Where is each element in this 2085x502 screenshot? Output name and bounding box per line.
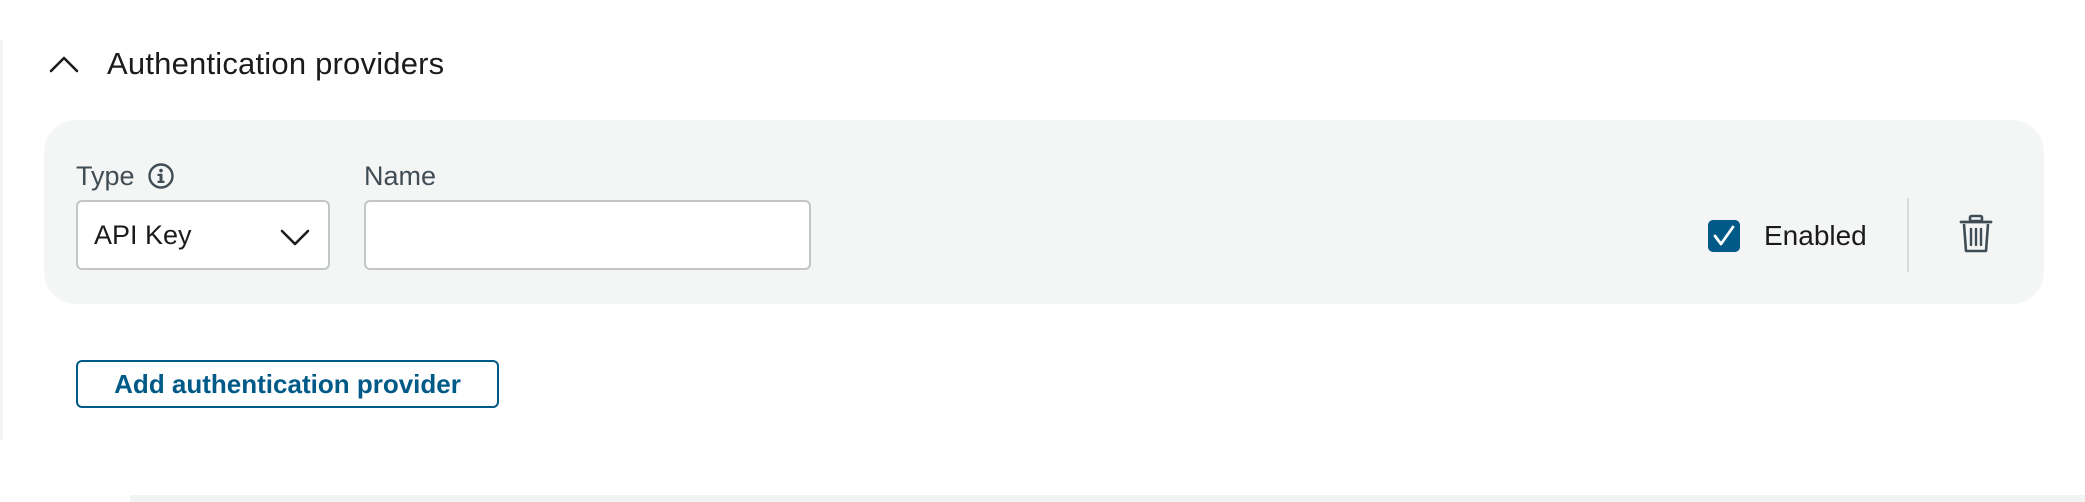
provider-card: Type Name API Key Enabled	[44, 120, 2044, 304]
info-icon[interactable]	[147, 162, 175, 190]
type-select-value: API Key	[94, 219, 192, 250]
name-field-label: Name	[364, 156, 436, 196]
type-select[interactable]: API Key	[76, 200, 330, 270]
name-input[interactable]	[364, 200, 811, 270]
chevron-up-icon[interactable]	[45, 45, 83, 83]
chevron-down-icon	[278, 220, 312, 254]
type-field-label: Type	[76, 156, 175, 196]
enabled-label: Enabled	[1764, 220, 1867, 251]
type-label-text: Type	[76, 160, 135, 191]
enabled-checkbox[interactable]	[1708, 220, 1740, 252]
vertical-divider	[1907, 198, 1909, 272]
trash-icon[interactable]	[1956, 212, 1996, 256]
checkmark-icon	[1713, 225, 1735, 246]
enabled-toggle[interactable]: Enabled	[1708, 216, 1867, 256]
add-authentication-provider-button[interactable]: Add authentication provider	[76, 360, 499, 408]
left-border	[0, 40, 3, 440]
bottom-border	[130, 495, 2085, 502]
section-header[interactable]: Authentication providers	[45, 38, 444, 90]
name-label-text: Name	[364, 160, 437, 191]
page: Authentication providers Type Name API K…	[0, 0, 2085, 502]
section-title: Authentication providers	[107, 46, 445, 81]
